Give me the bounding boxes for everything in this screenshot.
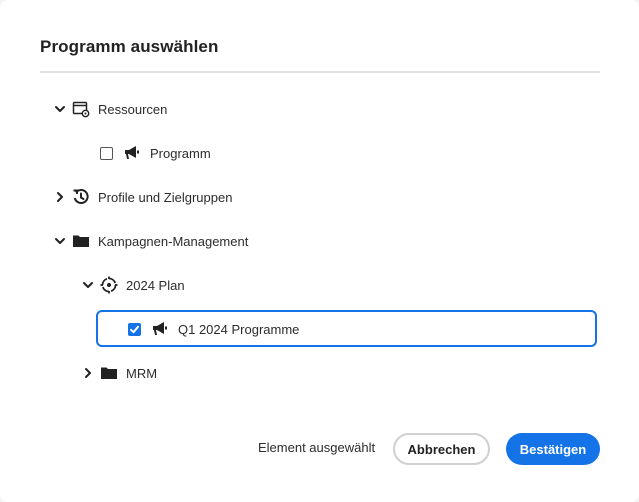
confirm-button[interactable]: Bestätigen xyxy=(506,433,600,465)
resources-settings-icon xyxy=(72,100,90,118)
folder-icon xyxy=(72,232,90,250)
tree-item-2024-plan[interactable]: 2024 Plan xyxy=(82,265,185,305)
chevron-right-icon[interactable] xyxy=(54,191,66,203)
tree-item-q1-2024-programme[interactable]: Q1 2024 Programme xyxy=(128,309,299,349)
chevron-down-icon[interactable] xyxy=(82,279,94,291)
target-plan-icon xyxy=(100,276,118,294)
chevron-down-icon[interactable] xyxy=(54,103,66,115)
tree-item-label: Kampagnen-Management xyxy=(98,233,249,249)
tree-item-label: Profile und Zielgruppen xyxy=(98,189,233,205)
tree-item-kampagnen[interactable]: Kampagnen-Management xyxy=(54,221,248,261)
megaphone-icon xyxy=(123,144,141,162)
tree-item-label: Ressourcen xyxy=(98,101,168,117)
chevron-down-icon[interactable] xyxy=(54,235,66,247)
tree-item-label: MRM xyxy=(126,365,158,381)
tree-item-label: Q1 2024 Programme xyxy=(178,321,300,337)
tree-item-label: Programm xyxy=(150,145,211,161)
select-program-dialog: Programm auswählen Ressourcen Programm P… xyxy=(0,0,639,502)
cancel-button[interactable]: Abbrechen xyxy=(393,433,490,465)
folder-icon xyxy=(100,364,118,382)
dialog-title: Programm auswählen xyxy=(40,37,219,56)
q1-programme-checkbox[interactable] xyxy=(128,322,141,336)
title-divider xyxy=(40,71,600,73)
programm-checkbox[interactable] xyxy=(100,146,113,160)
tree-item-ressourcen[interactable]: Ressourcen xyxy=(54,89,167,129)
tree-item-programm[interactable]: Programm xyxy=(100,133,211,173)
tree-item-mrm[interactable]: MRM xyxy=(82,353,157,393)
megaphone-icon xyxy=(151,320,169,338)
chevron-right-icon[interactable] xyxy=(82,367,94,379)
selection-status: Element ausgewählt xyxy=(258,440,376,455)
history-icon xyxy=(72,188,90,206)
tree-item-profile[interactable]: Profile und Zielgruppen xyxy=(54,177,232,217)
tree-item-label: 2024 Plan xyxy=(126,277,185,293)
